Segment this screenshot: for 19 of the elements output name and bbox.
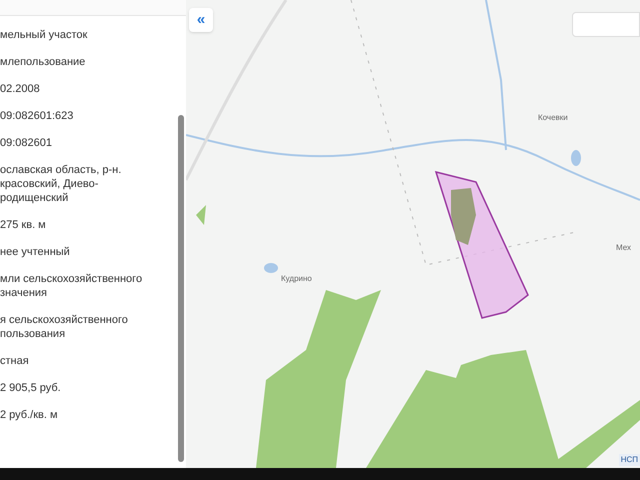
field-value: мли сельскохозяйственного значения (0, 272, 144, 300)
place-label: Мех (616, 242, 632, 254)
field-value: 2 905,5 руб. (0, 381, 62, 395)
field-value: ославская область, р-н. красовский, Диево-родищенский (0, 163, 122, 205)
field-value: нее учтенный (0, 245, 71, 259)
place-label: Кудрино (281, 273, 312, 285)
map-badge: НСП (618, 454, 640, 466)
collapse-button[interactable]: « (189, 8, 213, 32)
field-value: 275 кв. м (0, 218, 47, 232)
field-value: стная (0, 354, 30, 368)
place-label: Кочевки (538, 112, 568, 124)
field-value: 2 руб./кв. м (0, 408, 59, 422)
search-field[interactable] (572, 12, 640, 37)
field-value: 09:082601 (0, 136, 53, 150)
field-value: 09:082601:623 (0, 109, 74, 123)
field-value: мельный участок (0, 28, 88, 42)
field-value: млепользование (0, 55, 86, 69)
field-value: 02.2008 (0, 82, 41, 96)
field-value: я сельскохозяйственного пользования (0, 313, 129, 341)
